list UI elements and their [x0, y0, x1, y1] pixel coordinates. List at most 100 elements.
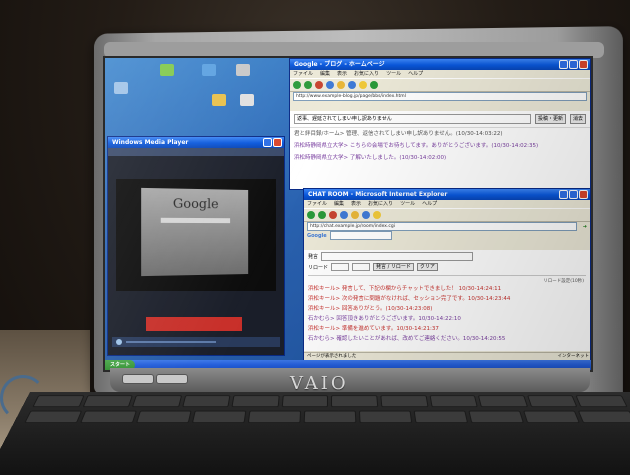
clear-button[interactable]: 消去 — [569, 114, 586, 124]
seek-bar[interactable] — [126, 341, 216, 343]
desktop-icon-4[interactable] — [209, 94, 229, 116]
window-title: CHAT ROOM - Microsoft Internet Explorer — [308, 191, 448, 198]
address-row: http://chat.example.jp/room/index.cgi ➜ — [304, 222, 590, 231]
desktop-icon-1[interactable] — [157, 64, 177, 86]
search-icon[interactable] — [348, 81, 356, 89]
menu-edit[interactable]: 編集 — [320, 70, 330, 78]
forward-icon[interactable] — [318, 211, 326, 219]
close-icon[interactable] — [579, 60, 588, 69]
close-icon[interactable] — [273, 138, 282, 147]
menu-tools[interactable]: ツール — [386, 70, 401, 78]
reload-label: リロード — [308, 264, 329, 271]
media-player-window: Windows Media Player Google — [107, 136, 285, 356]
divider — [308, 275, 586, 276]
forward-icon[interactable] — [304, 81, 312, 89]
document-icon — [240, 94, 254, 106]
stop-icon[interactable] — [315, 81, 323, 89]
chat-message: 浜松キール> 次の発言に問題がなければ、セッション完了です。10/30-14:2… — [304, 294, 590, 304]
chat-author: 浜松時静岡県立大学 — [294, 155, 344, 161]
send-reload-button[interactable]: 発言 / リロード — [373, 263, 414, 271]
minimize-icon[interactable] — [559, 60, 568, 69]
video-area: Google — [116, 179, 276, 291]
favorites-icon[interactable] — [373, 211, 381, 219]
chat-room-titlebar[interactable]: CHAT ROOM - Microsoft Internet Explorer — [304, 189, 590, 200]
maximize-icon[interactable] — [569, 60, 578, 69]
home-icon[interactable] — [337, 81, 345, 89]
chat-text: > 了解いたしました。(10/30-14:02:00) — [343, 155, 447, 161]
message-input[interactable] — [321, 252, 474, 261]
clear-button[interactable]: クリア — [416, 263, 438, 271]
menu-help[interactable]: ヘルプ — [422, 200, 437, 208]
chat-text: > 管理、返信されてしまい申し訳ありません。(10/30-14:03:22) — [339, 131, 503, 137]
address-input[interactable]: http://chat.example.jp/room/index.cgi — [307, 222, 577, 231]
chat-line: 浜松時静岡県立大学> 了解いたしました。(10/30-14:02:00) — [290, 152, 590, 164]
banner-ad — [146, 317, 242, 331]
desktop-icon-5[interactable] — [237, 94, 257, 116]
media-player-titlebar[interactable]: Windows Media Player — [108, 137, 284, 148]
post-update-button[interactable]: 投稿・更新 — [534, 114, 566, 124]
go-arrow-icon[interactable]: ➜ — [583, 224, 587, 230]
chat-text: > 確認したいことがあれば、改めてご連絡ください。10/30-14:20:55 — [330, 336, 506, 342]
app-icon — [236, 64, 250, 76]
search-icon[interactable] — [362, 211, 370, 219]
stop-icon[interactable] — [329, 211, 337, 219]
refresh-icon[interactable] — [340, 211, 348, 219]
desktop-icon-recycle[interactable] — [111, 82, 131, 104]
menu-favorites[interactable]: お気に入り — [368, 200, 393, 208]
chat-message: 浜松キール> 準備を進めています。10/30-14:21:37 — [304, 324, 590, 334]
window-title: Google - ブログ - ホームページ — [294, 61, 385, 68]
maximize-icon[interactable] — [569, 190, 578, 199]
video-frame: Google — [141, 187, 249, 277]
menu-file[interactable]: ファイル — [293, 70, 313, 78]
refresh-icon[interactable] — [326, 81, 334, 89]
keyboard — [0, 392, 630, 475]
menu-favorites[interactable]: お気に入り — [354, 70, 379, 78]
home-icon[interactable] — [351, 211, 359, 219]
menu-help[interactable]: ヘルプ — [408, 70, 423, 78]
chat-line: 君と絆目録/ホーム> 管理、返信されてしまい申し訳ありません。(10/30-14… — [290, 128, 590, 140]
google-toolbar: Google — [304, 231, 590, 240]
menu-bar: ファイル 編集 表示 お気に入り ツール ヘルプ — [290, 70, 590, 78]
back-icon[interactable] — [293, 81, 301, 89]
minimize-icon[interactable] — [559, 190, 568, 199]
laptop-screen: Google - ブログ - ホームページ ファイル 編集 表示 お気に入り ツ… — [103, 56, 593, 372]
back-icon[interactable] — [307, 211, 315, 219]
folder-icon — [212, 94, 226, 106]
favorites-icon[interactable] — [359, 81, 367, 89]
toolbar — [304, 208, 590, 222]
menu-edit[interactable]: 編集 — [334, 200, 344, 208]
browser-main-titlebar[interactable]: Google - ブログ - ホームページ — [290, 59, 590, 70]
desktop-icon-2[interactable] — [199, 64, 219, 86]
address-row: http://www.example-blog.jp/page/bbs/inde… — [290, 92, 590, 101]
chat-author: 浜松キール — [308, 326, 336, 332]
menu-view[interactable]: 表示 — [337, 70, 347, 78]
menu-view[interactable]: 表示 — [351, 200, 361, 208]
color-select[interactable] — [352, 263, 371, 271]
chat-author: 浜松キール — [308, 306, 336, 312]
chat-author: 石かむら — [308, 336, 331, 342]
window-title: Windows Media Player — [112, 139, 189, 146]
reload-select[interactable] — [331, 263, 350, 271]
chat-author: 浜松キール — [308, 296, 336, 302]
close-icon[interactable] — [579, 190, 588, 199]
play-icon[interactable] — [116, 339, 122, 345]
address-input[interactable]: http://www.example-blog.jp/page/bbs/inde… — [293, 92, 587, 101]
menu-file[interactable]: ファイル — [307, 200, 327, 208]
google-search-input[interactable] — [329, 231, 392, 240]
google-toolbar-label: Google — [307, 232, 327, 239]
chat-author: 君と絆目録/ホーム — [294, 131, 340, 137]
menu-tools[interactable]: ツール — [400, 200, 415, 208]
browser-main-content: 返事、遅延されてしまい申し訳ありません 投稿・更新 消去 君と絆目録/ホーム> … — [290, 111, 590, 189]
history-icon[interactable] — [370, 81, 378, 89]
desktop-icon-3[interactable] — [233, 64, 253, 86]
player-controls — [112, 337, 280, 347]
chat-message: 浜松キール> 回答ありがとう。(10/30-14:23:08) — [304, 304, 590, 314]
notice-input[interactable]: 返事、遅延されてしまい申し訳ありません — [294, 114, 531, 124]
name-label: 発言 — [308, 254, 319, 260]
chat-message: 浜松キール> 発言して、下記の欄からチャットできました！ 10/30-14:24… — [304, 284, 590, 294]
chat-text: > 準備を進めています。10/30-14:21:37 — [335, 326, 439, 332]
chat-line: 浜松時静岡県立大学> こちらの会場でお待ちしてます。ありがとうございます。(10… — [290, 140, 590, 152]
minimize-icon[interactable] — [263, 138, 272, 147]
app-icon — [160, 64, 174, 76]
media-button — [156, 374, 188, 384]
